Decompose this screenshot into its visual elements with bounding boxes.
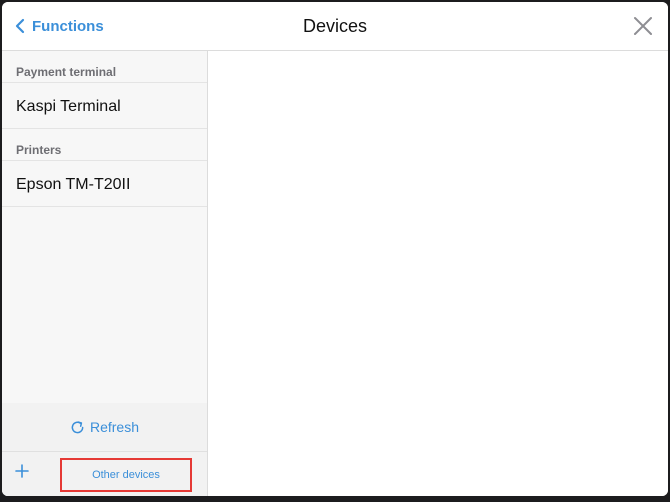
refresh-icon bbox=[71, 420, 84, 433]
section-header-payment-terminal: Payment terminal bbox=[2, 51, 207, 83]
refresh-button[interactable]: Refresh bbox=[2, 419, 207, 435]
footer-divider bbox=[2, 451, 207, 452]
device-item-epson-printer[interactable]: Epson TM-T20II bbox=[2, 161, 207, 207]
refresh-button-label: Refresh bbox=[89, 419, 140, 435]
device-item-kaspi-terminal[interactable]: Kaspi Terminal bbox=[2, 83, 207, 129]
page-title: Devices bbox=[302, 16, 368, 36]
device-detail-pane bbox=[208, 51, 668, 496]
other-devices-button[interactable]: Other devices bbox=[60, 458, 192, 492]
sidebar-footer: Refresh Other devices bbox=[2, 403, 207, 496]
modal-header: Functions Devices bbox=[2, 2, 668, 51]
section-header-printers: Printers bbox=[2, 129, 207, 161]
close-button[interactable] bbox=[632, 15, 654, 37]
add-device-button[interactable] bbox=[14, 463, 30, 479]
devices-modal: Functions Devices Payment terminal Kaspi… bbox=[2, 2, 668, 496]
plus-icon bbox=[15, 464, 29, 478]
other-devices-label: Other devices bbox=[92, 469, 160, 481]
devices-sidebar: Payment terminal Kaspi Terminal Printers… bbox=[2, 51, 208, 496]
close-icon bbox=[634, 17, 652, 35]
